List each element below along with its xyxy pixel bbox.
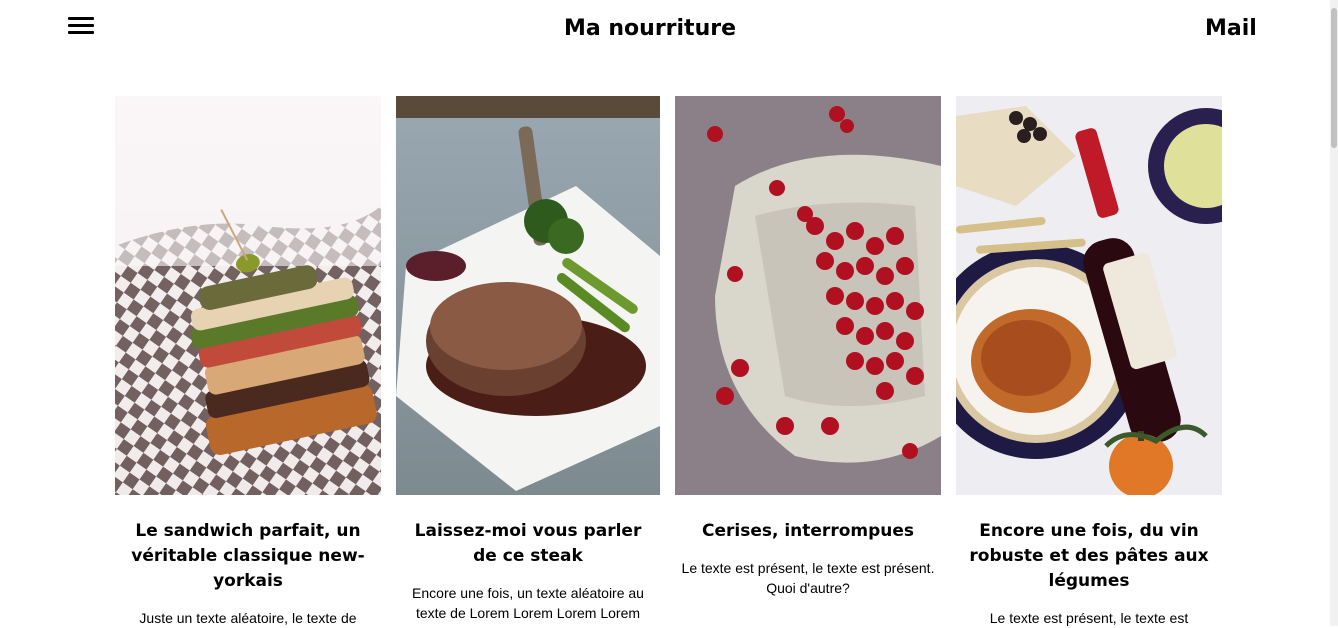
card-title[interactable]: Laissez-moi vous parler de ce steak [402,519,654,569]
steak-photo[interactable] [396,96,660,495]
mail-link[interactable]: Mail [1205,16,1257,41]
sandwich-photo[interactable] [115,96,381,495]
vertical-scrollbar[interactable] [1330,0,1338,626]
site-title: Ma nourriture [563,16,737,41]
article-card-steak[interactable]: Laissez-moi vous parler de ce steak Enco… [396,96,660,623]
card-excerpt: Encore une fois, un texte aléatoire au t… [412,585,644,621]
wine-pasta-photo[interactable] [956,96,1222,495]
card-excerpt: Le texte est présent, le texte est prése… [681,560,935,596]
card-title[interactable]: Cerises, interrompues [681,519,935,544]
card-excerpt: Le texte est présent, le texte est [989,610,1189,626]
scrollbar-thumb[interactable] [1331,8,1337,148]
card-excerpt: Juste un texte aléatoire, le texte de [139,610,357,626]
cherries-photo[interactable] [675,96,941,495]
article-card-wine-pasta[interactable]: Encore une fois, du vin robuste et des p… [956,96,1222,628]
card-title[interactable]: Encore une fois, du vin robuste et des p… [962,519,1216,594]
article-card-cherries[interactable]: Cerises, interrompues Le texte est prése… [675,96,941,598]
article-card-sandwich[interactable]: Le sandwich parfait, un véritable classi… [115,96,381,628]
card-title[interactable]: Le sandwich parfait, un véritable classi… [121,519,375,594]
